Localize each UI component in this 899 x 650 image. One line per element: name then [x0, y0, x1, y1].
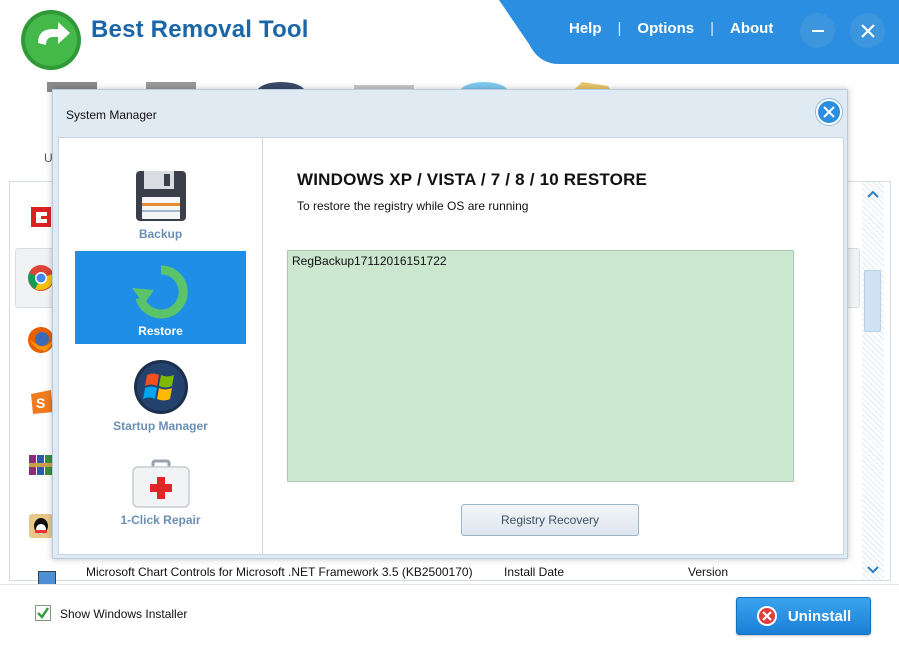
sidebar-item-label: Restore	[138, 324, 183, 338]
app-logo-icon	[21, 10, 81, 70]
sidebar-item-label: 1-Click Repair	[120, 513, 201, 527]
registry-recovery-button[interactable]: Registry Recovery	[461, 504, 639, 536]
program-name: Microsoft Chart Controls for Microsoft .…	[86, 565, 473, 579]
uninstall-label: Uninstall	[787, 607, 852, 625]
floppy-disk-icon	[135, 171, 186, 221]
sogou-icon: S	[31, 390, 53, 414]
program-icon	[38, 571, 56, 585]
backup-list[interactable]: RegBackup17112016151722	[287, 250, 794, 482]
backup-list-item[interactable]: RegBackup17112016151722	[292, 254, 447, 268]
app-title: Best Removal Tool	[91, 16, 309, 43]
sidebar-item-1-click-repair[interactable]: 1-Click Repair	[75, 440, 246, 533]
system-manager-dialog: System Manager Backup Restore Startup Ma…	[52, 89, 848, 559]
options-menu-link[interactable]: Options	[637, 20, 694, 37]
show-windows-installer-checkbox[interactable]	[35, 605, 51, 621]
dialog-sidebar: Backup Restore Startup Manager 1-Click R…	[59, 138, 263, 554]
scrollbar-thumb[interactable]	[864, 270, 881, 332]
sidebar-item-label: Backup	[138, 227, 183, 241]
sidebar-item-backup[interactable]: Backup	[75, 154, 246, 247]
first-aid-kit-icon	[131, 459, 190, 508]
qq-icon	[29, 514, 53, 538]
dialog-body: Backup Restore Startup Manager 1-Click R…	[58, 137, 844, 555]
restore-arrow-icon	[131, 265, 188, 319]
restore-panel: WINDOWS XP / VISTA / 7 / 8 / 10 RESTORE …	[263, 138, 843, 554]
sidebar-item-startup-manager[interactable]: Startup Manager	[75, 346, 246, 439]
version-label: Version	[688, 565, 729, 579]
restore-subheading: To restore the registry while OS are run…	[297, 199, 529, 213]
minimize-button[interactable]	[800, 13, 835, 48]
red-app-icon	[31, 207, 51, 227]
firefox-icon	[28, 327, 54, 353]
close-icon	[823, 106, 835, 118]
scroll-down-arrow-icon[interactable]	[865, 563, 881, 579]
winrar-icon	[29, 455, 52, 475]
chrome-icon	[28, 265, 54, 291]
about-menu-link[interactable]: About	[730, 20, 773, 37]
windows-logo-icon	[133, 360, 188, 414]
install-date-label: Install Date	[504, 565, 565, 579]
menu-separator: |	[710, 20, 714, 37]
checkmark-icon	[37, 607, 49, 619]
dialog-close-button[interactable]	[816, 99, 842, 125]
uninstall-button[interactable]: Uninstall	[736, 597, 871, 635]
svg-text:S: S	[36, 395, 45, 411]
sidebar-item-label: Startup Manager	[113, 419, 208, 433]
list-scrollbar[interactable]	[862, 182, 884, 580]
menu-separator: |	[617, 20, 622, 37]
dialog-title: System Manager	[66, 108, 157, 122]
close-window-button[interactable]	[850, 13, 885, 48]
minimize-icon	[811, 29, 824, 32]
scroll-up-arrow-icon[interactable]	[865, 187, 881, 203]
app-header: Best Removal Tool Help | Options | About	[0, 0, 899, 70]
top-menu: Help | Options | About	[569, 20, 773, 37]
restore-heading: WINDOWS XP / VISTA / 7 / 8 / 10 RESTORE	[297, 170, 648, 189]
show-windows-installer-label: Show Windows Installer	[60, 607, 188, 621]
close-icon	[860, 23, 875, 38]
uninstall-x-icon	[756, 606, 777, 626]
help-menu-link[interactable]: Help	[569, 20, 602, 37]
sidebar-item-restore[interactable]: Restore	[75, 251, 246, 344]
